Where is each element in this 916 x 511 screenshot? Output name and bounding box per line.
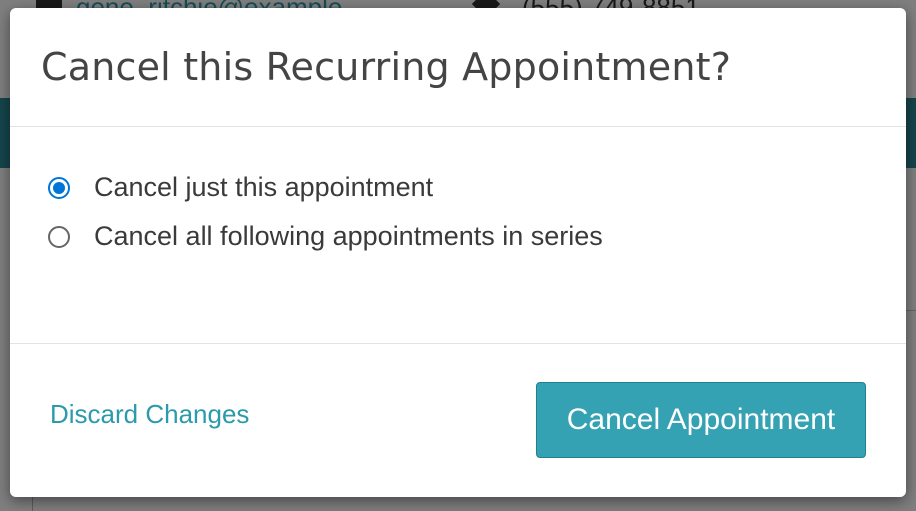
dialog-title: Cancel this Recurring Appointment?	[41, 45, 732, 89]
option-cancel-all-following[interactable]: Cancel all following appointments in ser…	[48, 221, 603, 252]
radio-button-cancel-this[interactable]	[48, 176, 70, 199]
dialog-body: Cancel just this appointment Cancel all …	[10, 127, 906, 344]
discard-changes-link[interactable]: Discard Changes	[50, 399, 249, 430]
radio-button-cancel-all-following[interactable]	[48, 225, 70, 248]
cancel-recurring-dialog: Cancel this Recurring Appointment? Cance…	[10, 8, 906, 497]
cancel-appointment-button[interactable]: Cancel Appointment	[536, 382, 866, 458]
option-label-cancel-this: Cancel just this appointment	[94, 172, 434, 202]
option-label-cancel-all-following: Cancel all following appointments in ser…	[94, 221, 603, 251]
option-cancel-this[interactable]: Cancel just this appointment	[48, 172, 433, 203]
dialog-footer: Discard Changes Cancel Appointment	[10, 344, 906, 497]
dialog-header: Cancel this Recurring Appointment?	[10, 8, 906, 127]
